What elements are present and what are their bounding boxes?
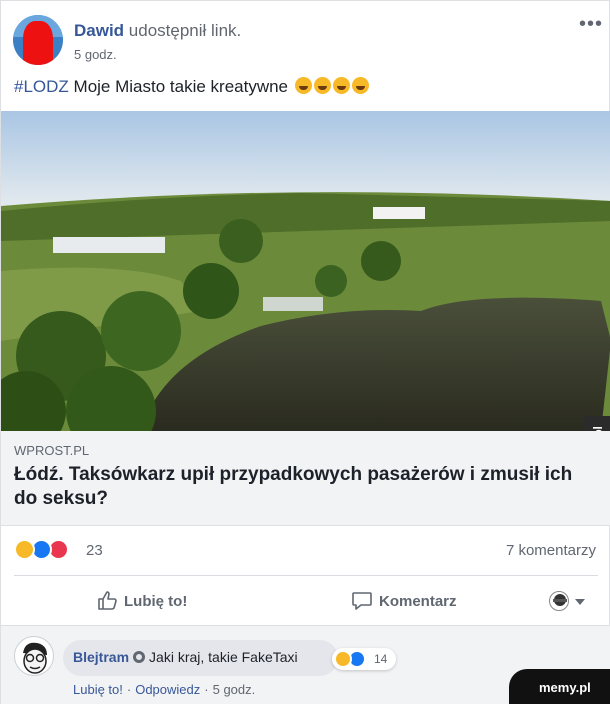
laughing-emoji-icon [332, 77, 350, 94]
comment-button-label: Komentarz [379, 593, 457, 610]
thumbs-up-icon [98, 591, 117, 610]
comment-text: Jaki kraj, takie FakeTaxi [149, 649, 298, 665]
post-text: #LODZ Moje Miasto takie kreatywne [14, 77, 369, 97]
cartoon-face-icon [23, 642, 47, 674]
like-button[interactable]: Lubię to! [96, 589, 187, 613]
avatar-redacted-face [23, 21, 53, 65]
comments-count[interactable]: 7 komentarzy [506, 542, 596, 559]
separator-dot: · [204, 682, 209, 697]
commenter-avatar[interactable] [14, 636, 54, 676]
author-name[interactable]: Dawid [74, 21, 124, 40]
chevron-down-icon [575, 599, 585, 605]
memy-side-watermark-text: memy.pl [591, 418, 605, 431]
reactions-count[interactable]: 23 [86, 542, 103, 559]
link-preview-image[interactable]: memy.pl [1, 111, 610, 431]
comment-time[interactable]: 5 godz. [213, 682, 256, 697]
laughing-emoji-icon [294, 77, 312, 94]
memy-corner-watermark: memy.pl [509, 669, 610, 704]
comment-meta: Lubię to! · Odpowiedz · 5 godz. [73, 682, 255, 697]
grinning-emoji-icon [351, 77, 369, 94]
grinning-emoji-icon [313, 77, 331, 94]
comment-button[interactable]: Komentarz [351, 589, 457, 613]
memy-side-watermark: memy.pl [584, 416, 610, 431]
comment-reply-link[interactable]: Odpowiedz [135, 682, 200, 697]
post-card: Dawid udostępnił link. 5 godz. ••• #LODZ… [0, 0, 610, 704]
author-action: udostępnił link. [128, 21, 242, 40]
comment-bubble-icon [352, 592, 372, 610]
post-header: Dawid udostępnił link. [74, 21, 241, 41]
comment-like-link[interactable]: Lubię to! [73, 682, 123, 697]
link-title[interactable]: Łódź. Taksówkarz upił przypadkowych pasa… [14, 463, 599, 511]
comment-reaction-count: 14 [374, 652, 388, 666]
commenter-name[interactable]: Blejtram [73, 649, 129, 665]
separator-dot: · [126, 682, 132, 697]
hashtag-link[interactable]: #LODZ [14, 77, 69, 96]
link-domain: WPROST.PL [14, 443, 90, 458]
post-as-selector[interactable] [549, 591, 589, 613]
comment-reactions[interactable]: 14 [332, 648, 396, 670]
aerial-park-photo [1, 111, 610, 431]
more-options-button[interactable]: ••• [579, 13, 603, 36]
haha-reaction-icon [334, 650, 352, 668]
comment-bubble: Blejtram Jaki kraj, takie FakeTaxi [63, 640, 338, 676]
post-text-body: Moje Miasto takie kreatywne [73, 77, 289, 96]
top-fan-badge-icon [133, 651, 146, 663]
link-preview[interactable]: WPROST.PL Łódź. Taksówkarz upił przypadk… [1, 431, 610, 526]
divider [14, 575, 598, 576]
current-user-avatar [549, 591, 569, 611]
haha-reaction-icon [14, 539, 35, 560]
author-avatar[interactable] [13, 15, 63, 65]
post-timestamp[interactable]: 5 godz. [74, 47, 117, 62]
like-button-label: Lubię to! [124, 593, 188, 610]
